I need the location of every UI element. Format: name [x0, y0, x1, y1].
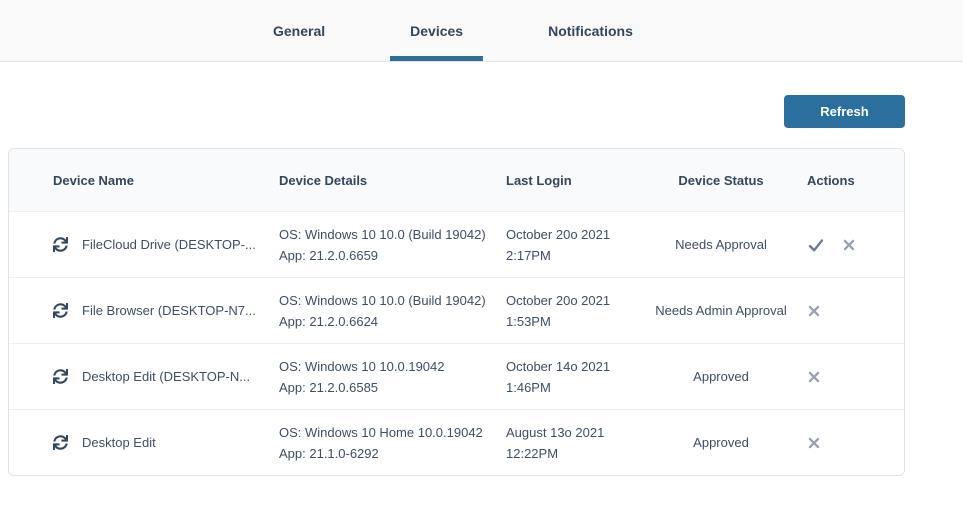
devices-table: Device Name Device Details Last Login De…: [8, 148, 905, 476]
device-status: Approved: [651, 435, 791, 450]
column-header-device-status: Device Status: [651, 173, 791, 188]
device-name: Desktop Edit: [82, 435, 156, 450]
column-header-last-login: Last Login: [506, 173, 651, 188]
device-app-version: App: 21.2.0.6585: [279, 377, 506, 398]
device-app-version: App: 21.1.0-6292: [279, 443, 506, 464]
device-app-version: App: 21.2.0.6659: [279, 245, 506, 266]
refresh-button[interactable]: Refresh: [784, 95, 905, 128]
sync-icon[interactable]: [53, 303, 68, 318]
device-status: Approved: [651, 369, 791, 384]
device-os: OS: Windows 10 10.0 (Build 19042): [279, 290, 506, 311]
device-os: OS: Windows 10 10.0.19042: [279, 356, 506, 377]
device-os: OS: Windows 10 Home 10.0.19042: [279, 422, 506, 443]
remove-x-icon[interactable]: [807, 436, 821, 450]
last-login-date: October 14o 2021: [506, 356, 651, 377]
remove-x-icon[interactable]: [842, 238, 856, 252]
tab-general[interactable]: General: [253, 0, 345, 61]
sync-icon[interactable]: [53, 435, 68, 450]
sync-icon[interactable]: [53, 369, 68, 384]
device-os: OS: Windows 10 10.0 (Build 19042): [279, 224, 506, 245]
table-row: Desktop Edit OS: Windows 10 Home 10.0.19…: [9, 409, 904, 475]
device-name: File Browser (DESKTOP-N7...: [82, 303, 256, 318]
column-header-device-details: Device Details: [279, 173, 506, 188]
device-name: FileCloud Drive (DESKTOP-...: [82, 237, 256, 252]
last-login-date: August 13o 2021: [506, 422, 651, 443]
device-status: Needs Approval: [651, 237, 791, 252]
last-login-time: 1:53PM: [506, 311, 651, 332]
approve-check-icon[interactable]: [807, 236, 825, 254]
last-login-time: 2:17PM: [506, 245, 651, 266]
last-login-date: October 20o 2021: [506, 224, 651, 245]
remove-x-icon[interactable]: [807, 304, 821, 318]
table-row: Desktop Edit (DESKTOP-N... OS: Windows 1…: [9, 343, 904, 409]
sync-icon[interactable]: [53, 237, 68, 252]
table-row: FileCloud Drive (DESKTOP-... OS: Windows…: [9, 211, 904, 277]
column-header-device-name: Device Name: [9, 173, 279, 188]
device-app-version: App: 21.2.0.6624: [279, 311, 506, 332]
tab-notifications[interactable]: Notifications: [528, 0, 653, 61]
settings-tab-bar: General Devices Notifications: [0, 0, 963, 62]
last-login-date: October 20o 2021: [506, 290, 651, 311]
column-header-actions: Actions: [791, 173, 904, 188]
toolbar: Refresh: [8, 95, 905, 128]
tab-devices[interactable]: Devices: [390, 0, 483, 61]
table-header-row: Device Name Device Details Last Login De…: [9, 149, 904, 211]
last-login-time: 1:46PM: [506, 377, 651, 398]
remove-x-icon[interactable]: [807, 370, 821, 384]
device-name: Desktop Edit (DESKTOP-N...: [82, 369, 250, 384]
last-login-time: 12:22PM: [506, 443, 651, 464]
table-row: File Browser (DESKTOP-N7... OS: Windows …: [9, 277, 904, 343]
device-status: Needs Admin Approval: [651, 303, 791, 318]
